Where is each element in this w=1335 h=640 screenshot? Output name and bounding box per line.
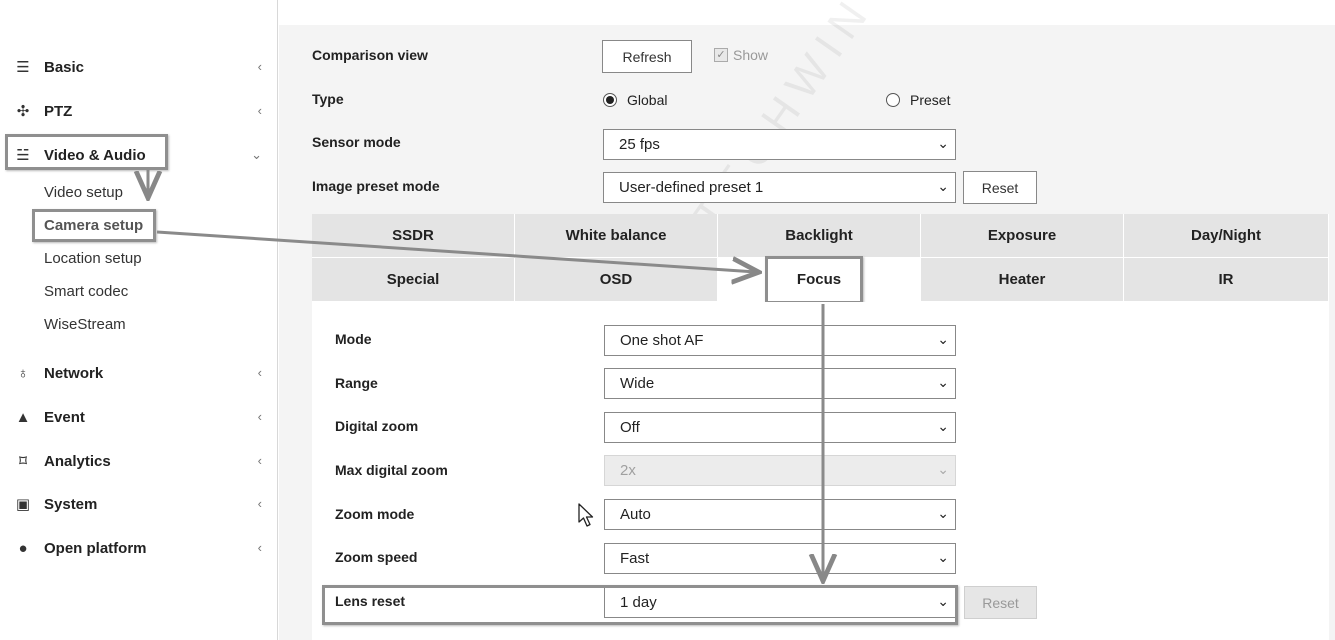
sub-item-smart-codec[interactable]: Smart codec [44,283,128,300]
platform-icon: ● [18,539,28,557]
sensor-mode-value: 25 fps [619,136,660,153]
zoom-mode-label: Zoom mode [335,506,415,522]
sidebar-item-label: Basic [44,58,85,76]
focus-mode-value: One shot AF [620,332,704,349]
max-digital-zoom-value: 2x [620,462,636,479]
range-select[interactable]: Wide ⌄ [604,368,956,399]
move-icon: ✣ [16,103,30,120]
checkbox-icon: ✓ [714,48,728,62]
zoom-mode-select[interactable]: Auto ⌄ [604,499,956,530]
max-digital-zoom-select: 2x ⌄ [604,455,956,486]
zoom-speed-value: Fast [620,550,650,567]
lens-reset-button: Reset [964,586,1037,619]
global-label: Global [627,92,668,108]
sub-item-location-setup[interactable]: Location setup [44,250,142,267]
zoom-mode-value: Auto [620,506,651,523]
chevron-left-icon: ‹ [257,496,262,511]
refresh-button[interactable]: Refresh [602,40,692,73]
digital-zoom-label: Digital zoom [335,418,419,434]
show-label: Show [733,47,769,63]
sidebar-item-system[interactable]: ▣ System ‹ [12,489,268,519]
highlight-box [32,209,156,242]
sensor-mode-label: Sensor mode [312,134,401,150]
chevron-down-icon: ⌄ [251,147,262,162]
zoom-speed-select[interactable]: Fast ⌄ [604,543,956,574]
image-preset-mode-value: User-defined preset 1 [619,179,764,196]
chevron-left-icon: ‹ [257,365,262,380]
range-value: Wide [620,375,655,392]
sidebar-item-label: Network [44,364,104,382]
type-preset-radio[interactable]: Preset [886,92,950,108]
system-icon: ▣ [15,496,31,513]
chevron-down-icon: ⌄ [937,418,949,434]
chevron-down-icon: ⌄ [937,331,949,347]
chevron-left-icon: ‹ [257,453,262,468]
sidebar-item-label: Open platform [44,539,147,557]
sub-item-wisestream[interactable]: WiseStream [44,316,126,333]
radio-icon [886,93,900,107]
show-checkbox[interactable]: ✓ Show [714,47,768,63]
zoom-speed-label: Zoom speed [335,549,418,565]
network-icon: ♁ [17,364,29,382]
digital-zoom-select[interactable]: Off ⌄ [604,412,956,443]
sidebar-item-basic[interactable]: ☰ Basic ‹ [12,52,268,82]
sidebar-item-video-audio[interactable]: ☱ Video & Audio ⌄ [5,134,268,170]
tab-heater[interactable]: Heater [921,258,1124,302]
sub-item-video-setup[interactable]: Video setup [44,184,123,201]
image-preset-mode-label: Image preset mode [312,178,440,194]
sidebar-item-label: Event [44,408,85,426]
highlight-box [5,134,168,170]
max-digital-zoom-label: Max digital zoom [335,462,448,478]
type-label: Type [312,91,344,107]
chevron-down-icon: ⌄ [937,505,949,521]
tab-ir[interactable]: IR [1124,258,1329,302]
mouse-cursor-icon [578,503,594,527]
image-preset-reset-button[interactable]: Reset [963,171,1037,204]
comparison-view-label: Comparison view [312,47,428,63]
analytics-icon: ⌑ [18,453,28,470]
mode-label: Mode [335,331,372,347]
sidebar-item-label: System [44,495,98,513]
tab-exposure[interactable]: Exposure [921,214,1124,258]
sidebar-item-label: PTZ [44,102,73,120]
tab-ssdr[interactable]: SSDR [312,214,515,258]
chevron-left-icon: ‹ [257,103,262,118]
sensor-mode-select[interactable]: 25 fps ⌄ [603,129,956,160]
sidebar-item-open-platform[interactable]: ● Open platform ‹ [12,533,268,563]
highlight-box [765,256,863,304]
tab-backlight[interactable]: Backlight [718,214,921,258]
chevron-down-icon: ⌄ [937,549,949,565]
range-label: Range [335,375,378,391]
tab-white-balance[interactable]: White balance [515,214,718,258]
sidebar-item-network[interactable]: ♁ Network ‹ [12,358,268,388]
bell-icon: ▲ [15,408,31,426]
focus-mode-select[interactable]: One shot AF ⌄ [604,325,956,356]
list-icon: ☰ [16,59,30,76]
sidebar-item-ptz[interactable]: ✣ PTZ ‹ [12,96,268,126]
tab-day-night[interactable]: Day/Night [1124,214,1329,258]
chevron-down-icon: ⌄ [937,461,949,477]
radio-selected-icon [603,93,617,107]
highlight-box [322,585,958,625]
tab-special[interactable]: Special [312,258,515,302]
sidebar: ☰ Basic ‹ ✣ PTZ ‹ ☱ Video & Audio ⌄ Vide… [0,0,278,640]
chevron-down-icon: ⌄ [937,178,949,194]
type-global-radio[interactable]: Global [603,92,667,108]
digital-zoom-value: Off [620,419,640,436]
sidebar-item-label: Analytics [44,452,111,470]
chevron-left-icon: ‹ [257,59,262,74]
chevron-left-icon: ‹ [257,540,262,555]
chevron-down-icon: ⌄ [937,135,949,151]
image-preset-mode-select[interactable]: User-defined preset 1 ⌄ [603,172,956,203]
chevron-down-icon: ⌄ [937,374,949,390]
preset-label: Preset [910,92,951,108]
sidebar-item-analytics[interactable]: ⌑ Analytics ‹ [12,446,268,476]
chevron-left-icon: ‹ [257,409,262,424]
tab-osd[interactable]: OSD [515,258,718,302]
sidebar-item-event[interactable]: ▲ Event ‹ [12,402,268,432]
